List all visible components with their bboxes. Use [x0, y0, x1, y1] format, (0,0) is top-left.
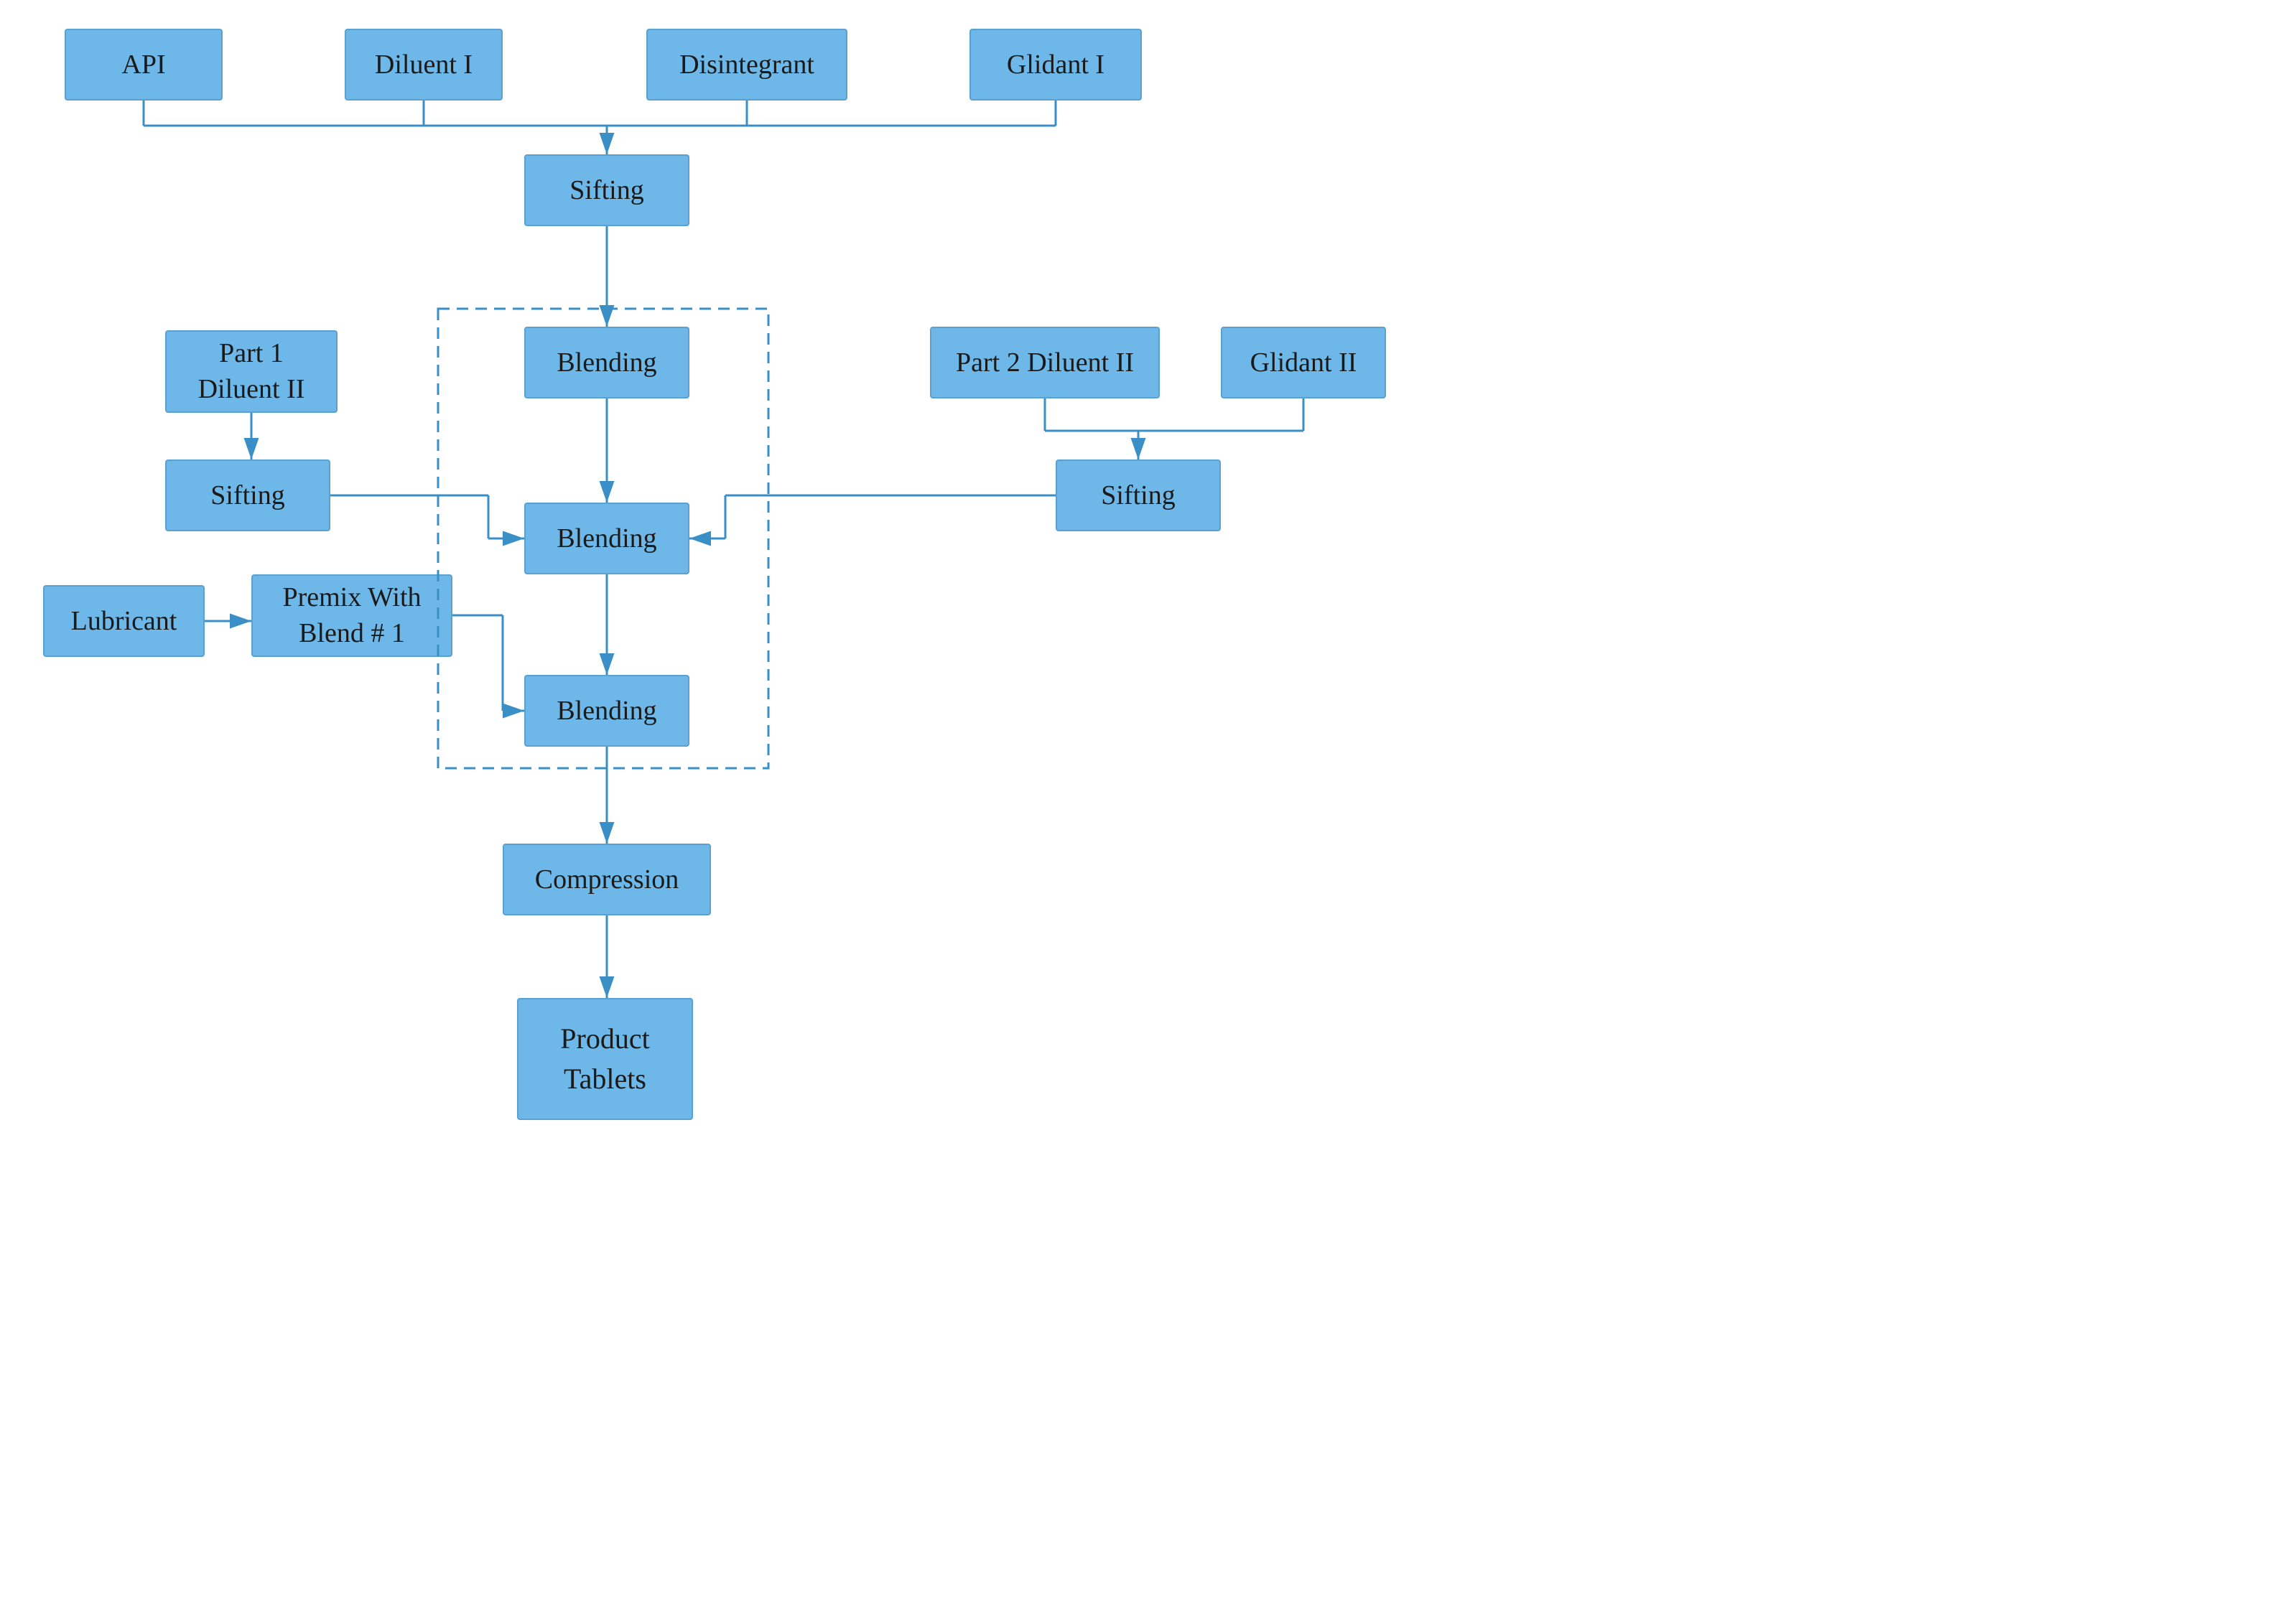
glidant1-box: Glidant I — [969, 29, 1142, 101]
blending3-box: Blending — [524, 675, 689, 747]
part1diluent2-box: Part 1Diluent II — [165, 330, 338, 413]
sifting2-box: Sifting — [165, 459, 330, 531]
glidant2-box: Glidant II — [1221, 327, 1386, 398]
product-tablets-box: ProductTablets — [517, 998, 693, 1120]
compression-box: Compression — [503, 844, 711, 915]
flow-diagram-svg — [0, 0, 2293, 1624]
sifting1-box: Sifting — [524, 154, 689, 226]
diluent1-box: Diluent I — [345, 29, 503, 101]
part2diluent2-box: Part 2 Diluent II — [930, 327, 1160, 398]
lubricant-box: Lubricant — [43, 585, 205, 657]
sifting3-box: Sifting — [1056, 459, 1221, 531]
blending2-box: Blending — [524, 503, 689, 574]
api-box: API — [65, 29, 223, 101]
disintegrant-box: Disintegrant — [646, 29, 847, 101]
premix-box: Premix WithBlend # 1 — [251, 574, 452, 657]
blending1-box: Blending — [524, 327, 689, 398]
